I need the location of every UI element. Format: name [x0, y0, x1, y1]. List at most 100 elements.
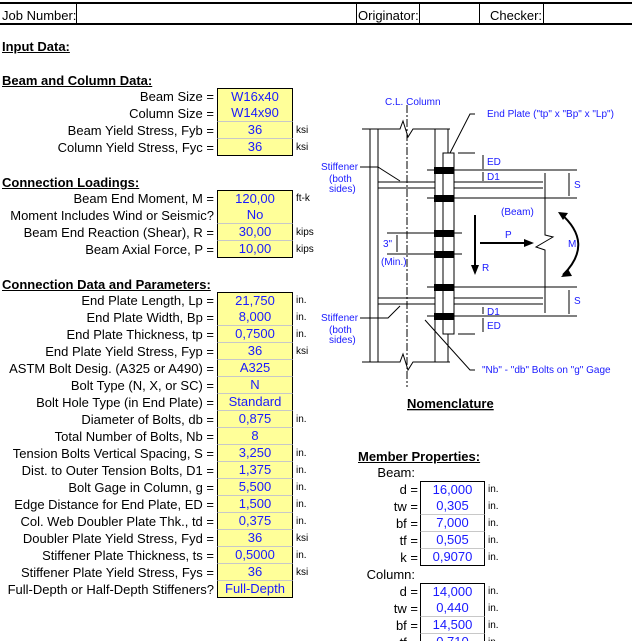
field-label: Bolt Hole Type (in End Plate) =	[36, 395, 214, 410]
stiffener-label-bottom: Stiffener	[321, 313, 359, 324]
beam-break	[534, 173, 555, 313]
r-label: R	[482, 263, 489, 274]
property-cell[interactable]: 16,000	[420, 481, 485, 499]
unit-label: in.	[296, 329, 307, 340]
s-label: S	[574, 296, 581, 307]
property-cell[interactable]: 0,710	[420, 634, 485, 641]
field-label: d =	[399, 584, 418, 599]
s-label: S	[574, 180, 581, 191]
unit-label: in.	[296, 414, 307, 425]
input-cell[interactable]: 120,00	[217, 190, 293, 208]
field-label: tw =	[393, 601, 418, 616]
property-cell[interactable]: 0,505	[420, 532, 485, 549]
input-cell[interactable]: W14x90	[217, 105, 293, 122]
field-label: Stiffener Plate Yield Stress, Fys =	[20, 565, 214, 580]
beam-group-label: Beam:	[377, 465, 415, 480]
input-cell[interactable]: 0,875	[217, 411, 293, 428]
input-cell[interactable]: 36	[217, 343, 293, 360]
m-label: M	[568, 239, 576, 250]
field-label: Diameter of Bolts, db =	[81, 412, 214, 427]
input-cell[interactable]: 36	[217, 564, 293, 581]
three-inch-label: 3"	[383, 239, 393, 250]
input-cell[interactable]: 10,00	[217, 241, 293, 258]
property-cell[interactable]: 0,305	[420, 498, 485, 515]
field-label: End Plate Length, Lp =	[81, 293, 214, 308]
p-label: P	[505, 230, 512, 241]
input-cell[interactable]: 21,750	[217, 292, 293, 310]
input-cell[interactable]: Standard	[217, 394, 293, 411]
unit-label: ksi	[296, 567, 309, 578]
unit-label: in.	[296, 295, 307, 306]
bolt	[434, 167, 454, 174]
cl-column-label: C.L. Column	[385, 97, 441, 108]
stiffener-note: sides)	[329, 184, 356, 195]
end-plate-label: End Plate ("tp" x "Bp" x "Lp")	[487, 109, 614, 120]
unit-label: in.	[296, 465, 307, 476]
stiffener-label-top: Stiffener	[321, 162, 359, 173]
field-label: End Plate Yield Stress, Fyp =	[45, 344, 214, 359]
field-label: tw =	[393, 499, 418, 514]
field-label: Beam Yield Stress, Fyb =	[67, 123, 214, 138]
connection-heading: Connection Data and Parameters:	[2, 277, 211, 292]
unit-label: in.	[488, 552, 499, 563]
input-cell[interactable]: 8,000	[217, 309, 293, 326]
column-group-label: Column:	[366, 567, 415, 582]
field-label: bf =	[395, 618, 418, 633]
property-cell[interactable]: 0,440	[420, 600, 485, 617]
originator-field[interactable]	[420, 7, 479, 24]
unit-label: in.	[488, 535, 499, 546]
unit-label: ksi	[296, 125, 309, 136]
input-cell[interactable]: W16x40	[217, 88, 293, 106]
header-bar: Job Number: Originator: Checker:	[0, 2, 632, 25]
unit-label: in.	[488, 620, 499, 631]
nomenclature-diagram: C.L. Column End Plate ("tp" x "Bp" x "Lp…	[321, 97, 614, 411]
input-cell[interactable]: 8	[217, 428, 293, 445]
unit-label: ksi	[296, 142, 309, 153]
property-cell[interactable]: 7,000	[420, 515, 485, 532]
min-label: (Min.)	[381, 257, 407, 268]
unit-label: ksi	[296, 346, 309, 357]
property-cell[interactable]: 0,9070	[420, 549, 485, 566]
checker-field[interactable]	[544, 7, 632, 24]
d1-label: D1	[487, 172, 500, 183]
stiffener-note: sides)	[329, 335, 356, 346]
input-cell[interactable]: A325	[217, 360, 293, 377]
bolt	[434, 230, 454, 237]
divider	[356, 4, 357, 25]
beam-label: (Beam)	[501, 207, 534, 218]
unit-label: in.	[488, 603, 499, 614]
property-cell[interactable]: 14,500	[420, 617, 485, 634]
field-label: Bolt Type (N, X, or SC) =	[70, 378, 214, 393]
input-cell[interactable]: 0,7500	[217, 326, 293, 343]
input-cell[interactable]: 1,375	[217, 462, 293, 479]
end-plate	[442, 152, 455, 335]
arrow-r	[471, 265, 479, 275]
field-label: Dist. to Outer Tension Bolts, D1 =	[21, 463, 214, 478]
input-cell[interactable]: 36	[217, 139, 293, 156]
column-break-top	[362, 119, 450, 139]
d1-label: D1	[487, 307, 500, 318]
input-cell[interactable]: 30,00	[217, 224, 293, 241]
job-number-label: Job Number:	[2, 8, 77, 23]
input-cell[interactable]: 3,250	[217, 445, 293, 462]
input-cell[interactable]: No	[217, 207, 293, 224]
ed-label: ED	[487, 157, 501, 168]
field-label: Beam Size =	[139, 89, 214, 104]
originator-label: Originator:	[358, 8, 419, 23]
field-label: Beam End Moment, M =	[73, 191, 214, 206]
field-label: Moment Includes Wind or Seismic?	[10, 208, 214, 223]
unit-label: in.	[488, 586, 499, 597]
field-label: Total Number of Bolts, Nb =	[54, 429, 214, 444]
unit-label: in.	[488, 501, 499, 512]
unit-label: in.	[296, 312, 307, 323]
nomenclature-title: Nomenclature	[407, 396, 494, 411]
job-number-field[interactable]	[77, 7, 356, 24]
input-cell[interactable]: 36	[217, 122, 293, 139]
input-cell[interactable]: N	[217, 377, 293, 394]
field-label: k =	[400, 550, 418, 565]
field-label: bf =	[395, 516, 418, 531]
unit-label: in.	[296, 448, 307, 459]
bolts-label: "Nb" - "db" Bolts on "g" Gage	[482, 365, 611, 376]
property-cell[interactable]: 14,000	[420, 583, 485, 601]
field-label: tf =	[0, 634, 418, 641]
